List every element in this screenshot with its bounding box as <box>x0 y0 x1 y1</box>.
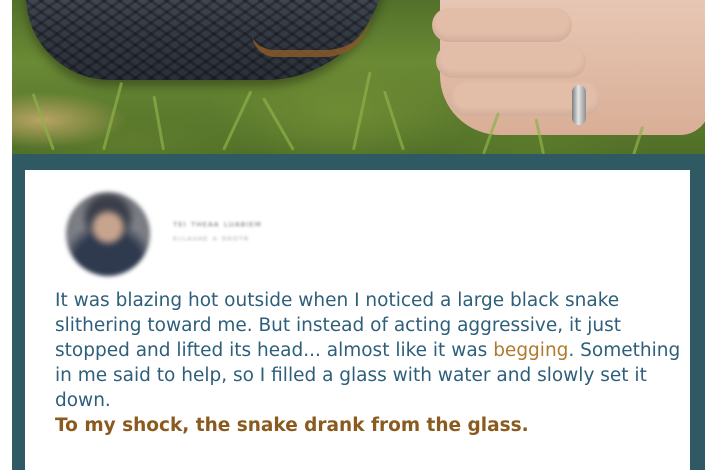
post-bold-line: To my shock, the snake drank from the gl… <box>55 415 529 436</box>
snake-and-hand-photo <box>12 0 705 154</box>
avatar[interactable] <box>66 192 150 276</box>
post-highlight-word: begging <box>493 340 569 361</box>
post-card: ᵀᴱᴵ ᵀᴴᴱᴬᴬ ᴸᵁᴬᴮᴵᴱᴹ ᴱᶜᴸᴬᵁᴬᴱ ᴬ ᴰᴷᴼᵀᴿ It was… <box>25 170 690 470</box>
post-text: It was blazing hot outside when I notice… <box>55 288 695 438</box>
author-name[interactable]: ᵀᴱᴵ ᵀᴴᴱᴬᴬ ᴸᵁᴬᴮᴵᴱᴹ <box>173 220 262 233</box>
story-frame: ᵀᴱᴵ ᵀᴴᴱᴬᴬ ᴸᵁᴬᴮᴵᴱᴹ ᴱᶜᴸᴬᵁᴬᴱ ᴬ ᴰᴷᴼᵀᴿ It was… <box>12 0 705 470</box>
author-meta: ᴱᶜᴸᴬᵁᴬᴱ ᴬ ᴰᴷᴼᵀᴿ <box>173 236 250 247</box>
snake-belly <box>252 10 372 57</box>
ring-image <box>572 85 586 125</box>
